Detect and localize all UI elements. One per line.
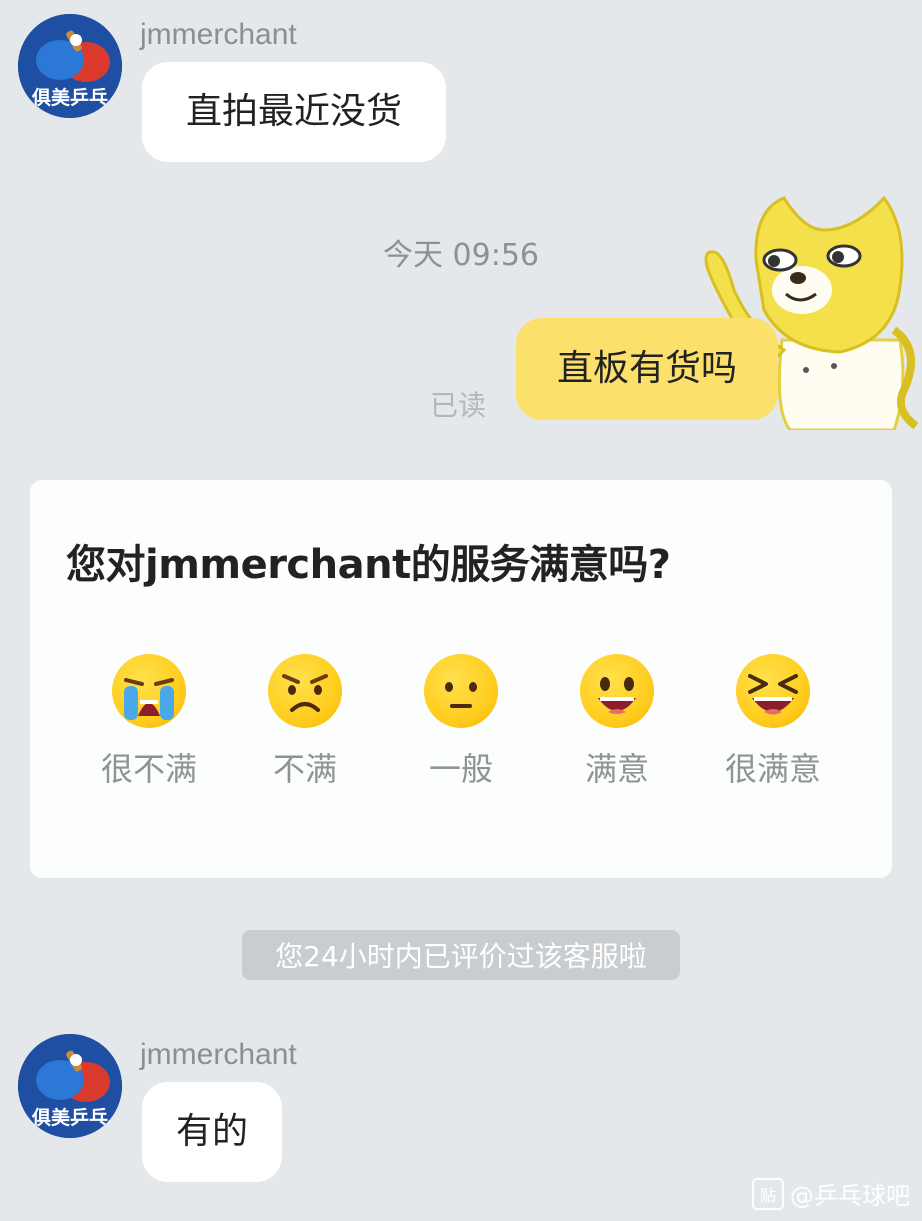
avatar[interactable]: 俱美乒乓 bbox=[18, 1034, 122, 1138]
crying-face-icon bbox=[112, 654, 186, 728]
rating-label: 一般 bbox=[428, 750, 493, 788]
sender-name: jmmerchant bbox=[140, 18, 297, 51]
table-tennis-paddle-icon: 俱美乒乓 bbox=[18, 1034, 122, 1138]
sender-name: jmmerchant bbox=[140, 1038, 297, 1071]
avatar-brand-text: 俱美乒乓 bbox=[31, 1106, 108, 1129]
avatar[interactable]: 俱美乒乓 bbox=[18, 14, 122, 118]
message-bubble[interactable]: 有的 bbox=[142, 1082, 282, 1182]
table-tennis-paddle-icon: 俱美乒乓 bbox=[18, 14, 122, 118]
message-bubble[interactable]: 直板有货吗 bbox=[516, 318, 778, 420]
frowning-face-icon bbox=[268, 654, 342, 728]
rating-label: 很满意 bbox=[724, 750, 821, 788]
read-receipt: 已读 bbox=[430, 389, 487, 422]
neutral-face-icon bbox=[424, 654, 498, 728]
system-notice: 您24小时内已评价过该客服啦 bbox=[242, 930, 680, 980]
rating-option-very-satisfied[interactable]: 很满意 bbox=[725, 650, 886, 810]
avatar-brand-text: 俱美乒乓 bbox=[31, 86, 108, 109]
watermark-text: @乒乓球吧 bbox=[790, 1182, 910, 1210]
rating-label: 很不满 bbox=[100, 750, 197, 788]
rating-label: 满意 bbox=[584, 750, 649, 788]
rating-label: 不满 bbox=[272, 750, 337, 788]
watermark: 贴 @乒乓球吧 bbox=[752, 1176, 910, 1211]
grinning-squinting-face-icon bbox=[736, 654, 810, 728]
timestamp: 今天 09:56 bbox=[383, 238, 539, 273]
smiling-face-icon bbox=[580, 654, 654, 728]
watermark-badge: 贴 bbox=[752, 1177, 784, 1210]
satisfaction-survey-card: 您对jmmerchant的服务满意吗? 很不满 不满 一般 满意 很满意 bbox=[30, 480, 892, 878]
message-bubble[interactable]: 直拍最近没货 bbox=[142, 62, 446, 162]
survey-question: 您对jmmerchant的服务满意吗? bbox=[66, 542, 671, 588]
